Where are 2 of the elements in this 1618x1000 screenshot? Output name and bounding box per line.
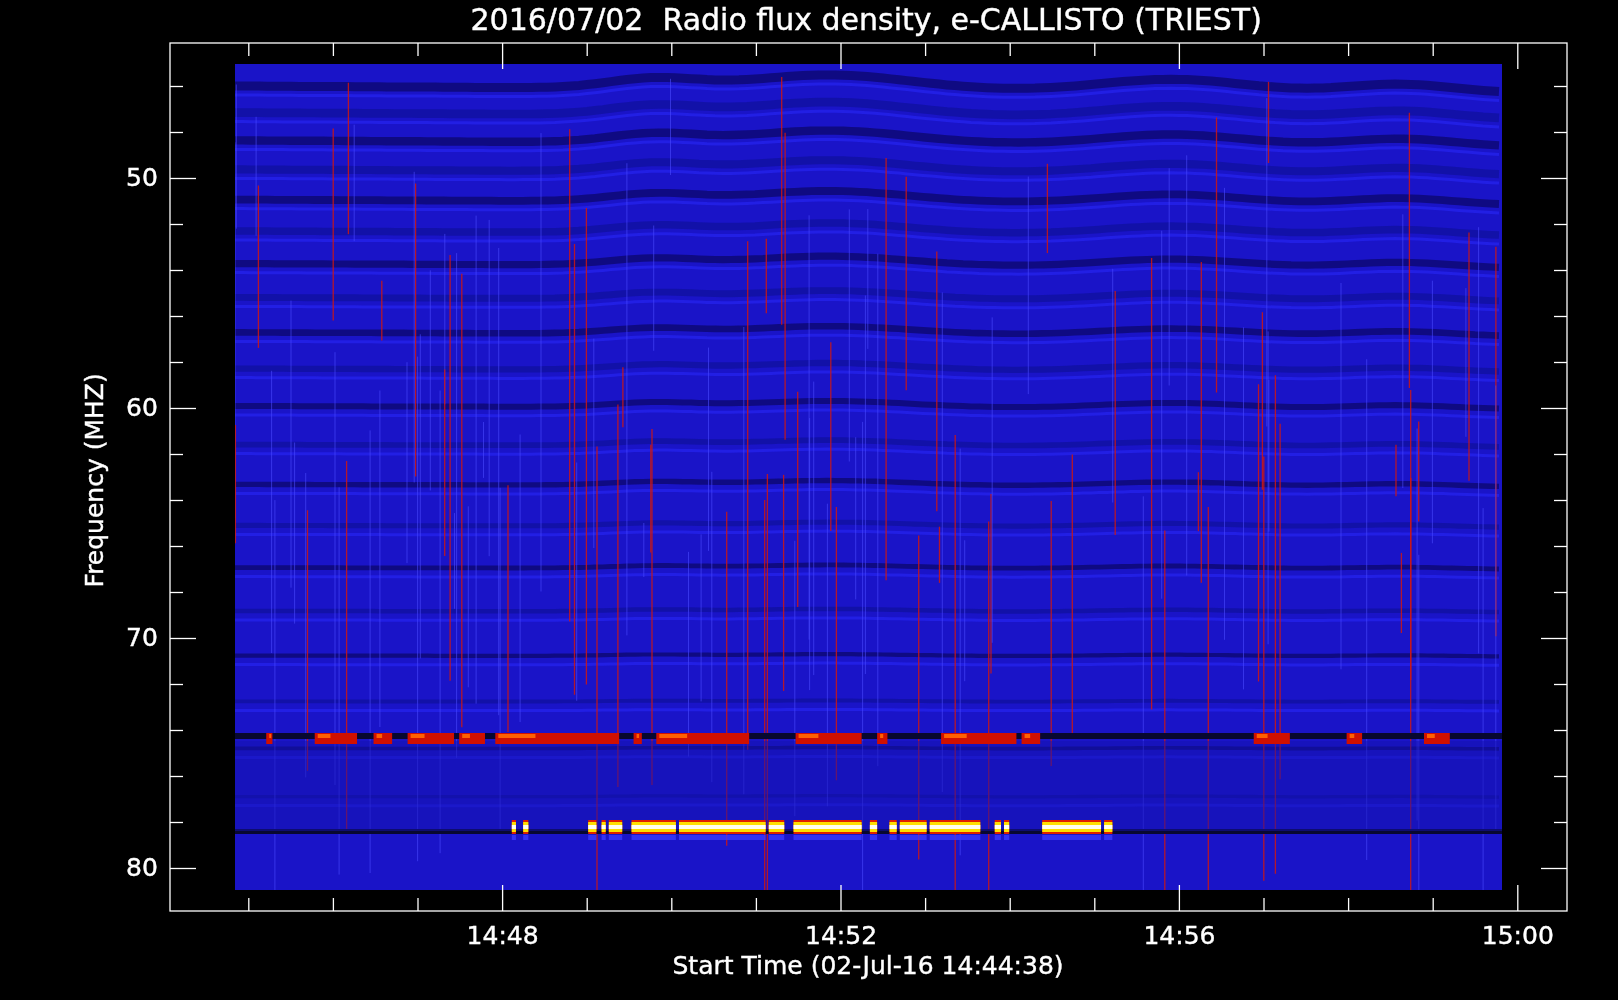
axis-label: Frequency (MHZ) [80,372,110,587]
axis-label: Start Time (02-Jul-16 14:44:38) [672,951,1064,981]
